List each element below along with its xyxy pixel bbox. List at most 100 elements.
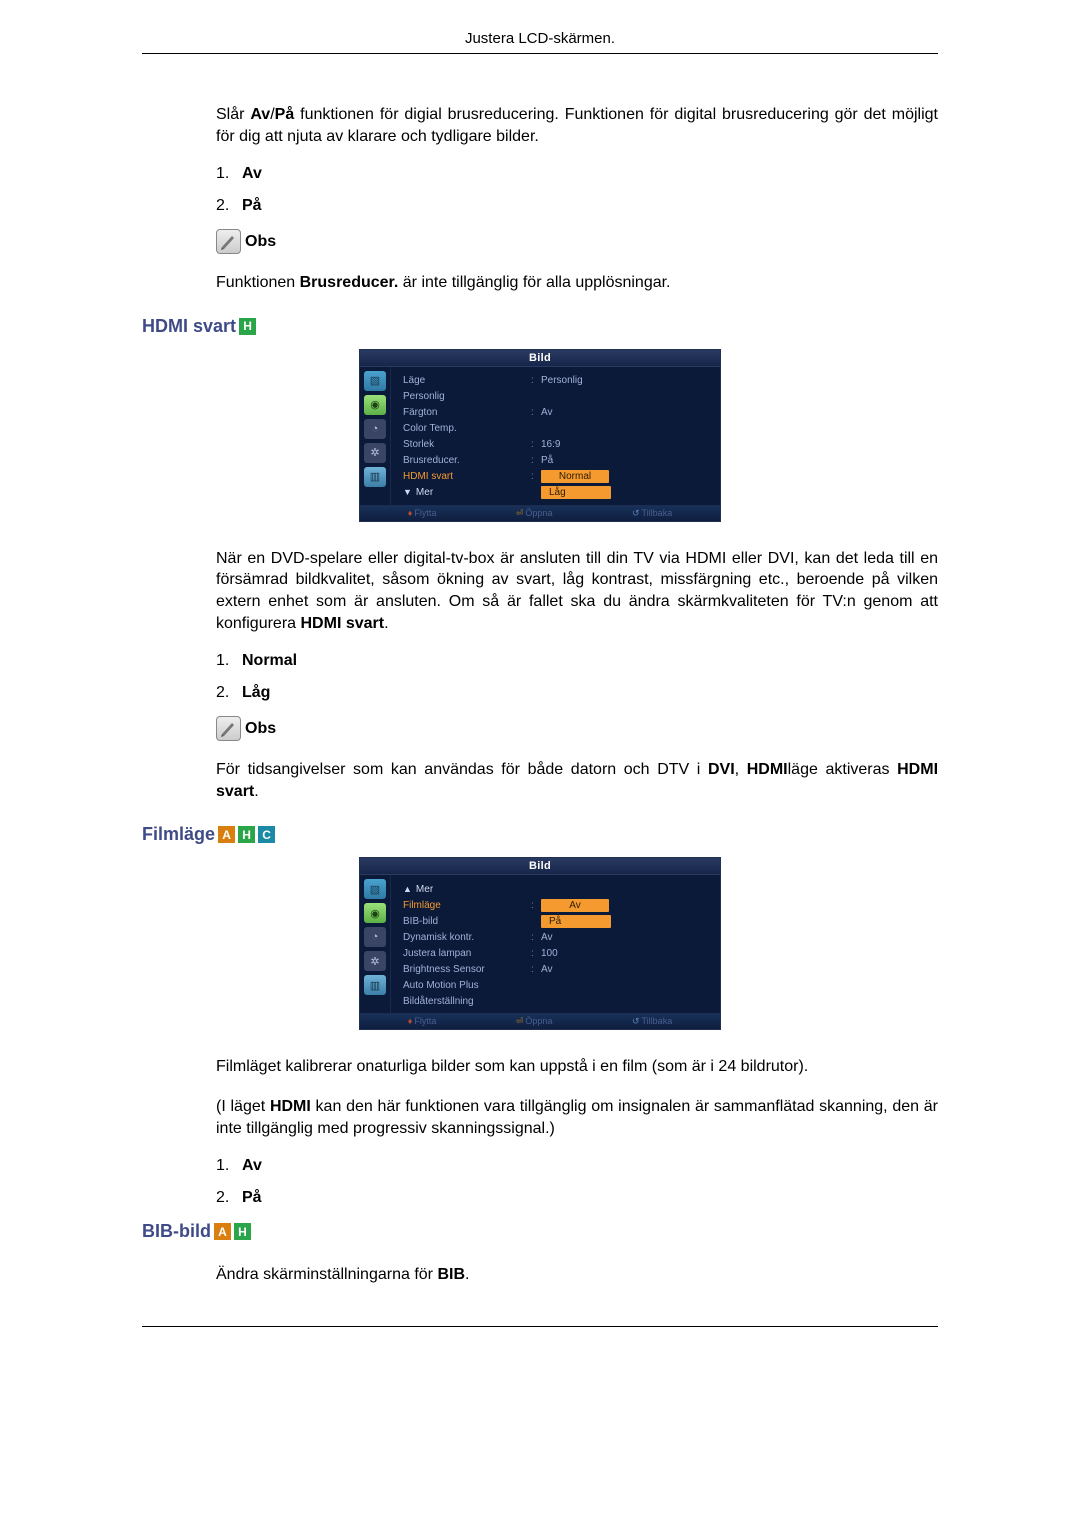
osd-footer: ♦Flytta ⏎Öppna ↺Tillbaka xyxy=(360,505,720,521)
s1-note: Funktionen Brusreducer. är inte tillgäng… xyxy=(216,272,938,294)
option-lag: Låg xyxy=(242,684,270,701)
text-bold: BIB xyxy=(437,1266,465,1283)
header-title: Justera LCD-skärmen. xyxy=(465,30,615,47)
obs-row: Obs xyxy=(216,716,938,741)
option-av: Av xyxy=(242,165,262,182)
text: Funktionen xyxy=(216,274,300,291)
option-av: Av xyxy=(242,1157,262,1174)
text-bold: HDMI svart xyxy=(301,615,385,632)
text-bold: HDMI xyxy=(270,1098,311,1115)
text: funktionen för digial brusreducering. Fu… xyxy=(216,106,938,145)
list-item: 1.Normal xyxy=(216,652,938,670)
obs-label: Obs xyxy=(245,720,276,738)
osd-item-selected: Filmläge xyxy=(403,900,531,911)
note-icon xyxy=(216,716,241,741)
text: (I läget xyxy=(216,1098,270,1115)
list-item: 2.På xyxy=(216,1189,938,1207)
gear-icon: ✲ xyxy=(364,443,386,463)
film-p1: Filmläget kalibrerar onaturliga bilder s… xyxy=(216,1056,938,1078)
osd-more: ▼Mer xyxy=(403,487,531,498)
list-item: 2.På xyxy=(216,197,938,215)
osd-item: Färgton xyxy=(403,407,531,418)
text-bold: På xyxy=(275,106,295,123)
badge-a-icon: A xyxy=(218,826,235,843)
text: För tidsangivelser som kan användas för … xyxy=(216,761,708,778)
text: kan den här funktionen vara tillgänglig … xyxy=(216,1098,938,1137)
osd-screenshot-hdmi: Bild ▧ ◉ ◔ ✲ ▥ Läge:Personlig Personlig … xyxy=(359,349,721,522)
text: , xyxy=(735,761,747,778)
osd-selected-value: Normal xyxy=(541,470,609,483)
footer-rule xyxy=(142,1326,938,1327)
s1-intro: Slår Av/På funktionen för digial brusred… xyxy=(216,104,938,147)
list-item: 1.Av xyxy=(216,165,938,183)
text: . xyxy=(465,1266,469,1283)
option-pa: På xyxy=(242,197,262,214)
osd-item: Dynamisk kontr. xyxy=(403,932,531,943)
osd-screenshot-filmlage: Bild ▧ ◉ ◔ ✲ ▥ ▲Mer Filmläge:Av BIB-bild… xyxy=(359,857,721,1030)
osd-item: Justera lampan xyxy=(403,948,531,959)
input-icon: ▥ xyxy=(364,975,386,995)
osd-footer: ♦Flytta ⏎Öppna ↺Tillbaka xyxy=(360,1013,720,1029)
osd-item: Läge xyxy=(403,375,531,386)
osd-item: Storlek xyxy=(403,439,531,450)
text: . xyxy=(384,615,388,632)
hdmi-note: För tidsangivelser som kan användas för … xyxy=(216,759,938,802)
badge-a-icon: A xyxy=(214,1223,231,1240)
list-item: 2.Låg xyxy=(216,684,938,702)
osd-title: Bild xyxy=(360,858,720,875)
osd-item-selected: HDMI svart xyxy=(403,471,531,482)
osd-value: Av xyxy=(541,964,708,975)
picture-icon: ▧ xyxy=(364,371,386,391)
hdmi-p1: När en DVD-spelare eller digital-tv-box … xyxy=(216,548,938,634)
text-bold: Brusreducer. xyxy=(300,274,399,291)
text: är inte tillgänglig för alla upplösninga… xyxy=(398,274,670,291)
osd-hint: Öppna xyxy=(525,508,552,518)
osd-value: Personlig xyxy=(541,375,708,386)
obs-row: Obs xyxy=(216,229,938,254)
badge-h-icon: H xyxy=(239,318,256,335)
bib-p1: Ändra skärminställningarna för BIB. xyxy=(216,1264,938,1286)
section-filmlage: Filmläge A H C xyxy=(142,824,938,845)
text: . xyxy=(254,783,258,800)
text-bold: DVI xyxy=(708,761,735,778)
sound-icon: ◉ xyxy=(364,903,386,923)
osd-value: 100 xyxy=(541,948,708,959)
osd-item: Personlig xyxy=(403,391,531,402)
text: läge aktiveras xyxy=(788,761,898,778)
section-title-text: BIB-bild xyxy=(142,1221,211,1242)
s1-options: 1.Av 2.På xyxy=(216,165,938,215)
osd-item: Bildåterställning xyxy=(403,996,531,1007)
osd-hint: Tillbaka xyxy=(642,1016,673,1026)
page-header: Justera LCD-skärmen. xyxy=(142,30,938,54)
osd-value: Av xyxy=(541,932,708,943)
text-bold: HDMI xyxy=(747,761,788,778)
option-pa: På xyxy=(242,1189,262,1206)
osd-item: Color Temp. xyxy=(403,423,531,434)
osd-item: Brusreducer. xyxy=(403,455,531,466)
text: Slår xyxy=(216,106,250,123)
input-icon: ▥ xyxy=(364,467,386,487)
osd-value: På xyxy=(541,455,708,466)
list-item: 1.Av xyxy=(216,1157,938,1175)
osd-hint: Flytta xyxy=(414,508,436,518)
text-bold: Av xyxy=(250,106,270,123)
film-options: 1.Av 2.På xyxy=(216,1157,938,1207)
picture-icon: ▧ xyxy=(364,879,386,899)
hdmi-options: 1.Normal 2.Låg xyxy=(216,652,938,702)
osd-more: ▲Mer xyxy=(403,884,531,895)
badge-h-icon: H xyxy=(238,826,255,843)
osd-item: BIB-bild xyxy=(403,916,531,927)
osd-dropdown-option: Låg xyxy=(541,486,611,499)
section-title-text: HDMI svart xyxy=(142,316,236,337)
osd-icon-rail: ▧ ◉ ◔ ✲ ▥ xyxy=(360,367,391,505)
osd-item: Auto Motion Plus xyxy=(403,980,531,991)
osd-item: Brightness Sensor xyxy=(403,964,531,975)
obs-label: Obs xyxy=(245,233,276,251)
osd-icon-rail: ▧ ◉ ◔ ✲ ▥ xyxy=(360,875,391,1013)
osd-hint: Öppna xyxy=(525,1016,552,1026)
clock-icon: ◔ xyxy=(364,927,386,947)
film-p2: (I läget HDMI kan den här funktionen var… xyxy=(216,1096,938,1139)
section-hdmi-svart: HDMI svart H xyxy=(142,316,938,337)
section-title-text: Filmläge xyxy=(142,824,215,845)
osd-hint: Flytta xyxy=(414,1016,436,1026)
